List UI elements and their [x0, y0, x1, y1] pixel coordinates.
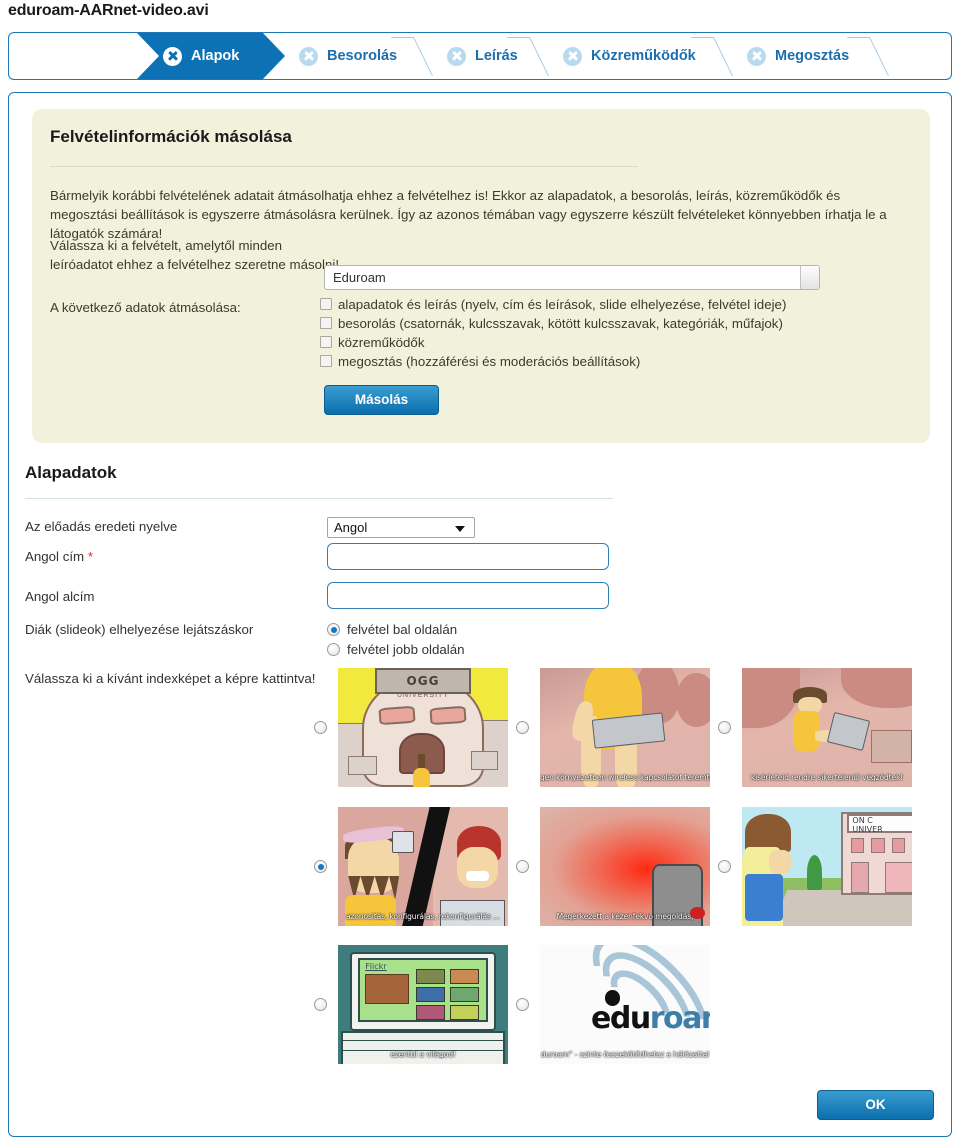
checkbox-label: megosztás (hozzáférési és moderációs beá…	[338, 354, 641, 369]
checkbox-label: alapadatok és leírás (nyelv, cím és leír…	[338, 297, 787, 312]
radio-icon[interactable]	[314, 860, 327, 873]
radio-icon[interactable]	[718, 860, 731, 873]
subtitle-label: Angol alcím	[25, 589, 95, 604]
radio-icon[interactable]	[314, 998, 327, 1011]
checkbox-icon[interactable]	[320, 298, 332, 310]
language-select[interactable]: Angol	[327, 517, 475, 538]
index-image-thumbnail[interactable]: OGG UNIVERSITY	[338, 668, 508, 787]
radio-row-left-side[interactable]: felvétel bal oldalán	[327, 622, 457, 637]
checkbox-icon[interactable]	[320, 336, 332, 348]
wizard-step-label: Közreműködők	[591, 48, 696, 64]
subtitle-input[interactable]	[327, 582, 609, 609]
checkbox-row-megosztas[interactable]: megosztás (hozzáférési és moderációs beá…	[320, 353, 786, 370]
index-image-thumbnail[interactable]: kísérleteid rendre sikertelenül végződte…	[742, 668, 912, 787]
ok-button[interactable]: OK	[817, 1090, 934, 1120]
checkbox-row-besorolas[interactable]: besorolás (csatornák, kulcsszavak, kötöt…	[320, 315, 786, 332]
index-image-option-2[interactable]: gen környezetben wireless kapcsolatot te…	[516, 668, 710, 787]
required-asterisk: *	[87, 549, 94, 564]
wizard-step-kozremukodok[interactable]: Közreműködők	[537, 33, 733, 79]
copy-button[interactable]: Másolás	[324, 385, 439, 415]
wizard-step-label: Alapok	[191, 48, 240, 64]
index-image-option-4[interactable]: azonosítás, konfigurálás, rekonfigurálás…	[314, 807, 508, 926]
thumbnail-caption: gen környezetben wireless kapcsolatot te…	[540, 773, 710, 782]
index-image-option-3[interactable]: kísérleteid rendre sikertelenül végződte…	[718, 668, 912, 787]
source-recording-select[interactable]: Eduroam	[324, 265, 820, 290]
wizard-step-bar: Alapok Besorolás Leírás Közreműködők Meg…	[8, 32, 952, 80]
language-label: Az előadás eredeti nyelve	[25, 519, 178, 534]
radio-row-right-side[interactable]: felvétel jobb oldalán	[327, 642, 465, 657]
wizard-step-megosztas[interactable]: Megosztás	[721, 33, 889, 79]
checkbox-row-alapadatok[interactable]: alapadatok és leírás (nyelv, cím és leír…	[320, 296, 786, 313]
main-content-card: Felvételinformációk másolása Bármelyik k…	[8, 92, 952, 1137]
wizard-step-besorolas[interactable]: Besorolás	[273, 33, 433, 79]
wizard-step-label: Megosztás	[775, 48, 850, 64]
radio-label: felvétel jobb oldalán	[347, 642, 465, 657]
thumbnail-caption: ezentúl a világod!	[390, 1050, 456, 1059]
page-root: eduroam-AARnet-video.avi Alapok Besorolá…	[0, 0, 963, 1143]
slide-position-label: Diák (slideok) elhelyezése lejátszáskor	[25, 622, 254, 637]
chevron-down-icon	[455, 526, 465, 532]
index-image-option-7[interactable]: Flickr ezentúl a világod!	[314, 945, 508, 1064]
copy-panel-title: Felvételinformációk másolása	[50, 127, 292, 146]
title-label-text: Angol cím	[25, 549, 85, 564]
radio-icon[interactable]	[327, 643, 340, 656]
wizard-step-label: Besorolás	[327, 48, 398, 64]
index-image-label: Válassza ki a kívánt indexképet a képre …	[25, 671, 316, 686]
index-image-thumbnail[interactable]: ON C UNIVER	[742, 807, 912, 926]
title-label: Angol cím *	[25, 549, 93, 564]
index-image-option-6[interactable]: ON C UNIVER	[718, 807, 912, 926]
close-circle-icon	[747, 46, 766, 66]
page-title: eduroam-AARnet-video.avi	[8, 2, 209, 19]
copy-panel-divider	[50, 166, 638, 167]
copy-prompt-line-1: Válassza ki a felvételt, amelytől minden	[50, 238, 283, 253]
checkbox-label: besorolás (csatornák, kulcsszavak, kötöt…	[338, 316, 783, 331]
checkbox-icon[interactable]	[320, 317, 332, 329]
radio-icon[interactable]	[718, 721, 731, 734]
source-recording-value: Eduroam	[333, 270, 386, 285]
title-input[interactable]	[327, 543, 609, 570]
checkbox-row-kozremukodok[interactable]: közreműködők	[320, 334, 786, 351]
index-image-thumbnail[interactable]: azonosítás, konfigurálás, rekonfigurálás…	[338, 807, 508, 926]
index-image-thumbnail[interactable]: gen környezetben wireless kapcsolatot te…	[540, 668, 710, 787]
copy-prompt-line-2: leíróadatot ehhez a felvételhez szeretne…	[50, 257, 340, 272]
close-circle-icon	[447, 46, 466, 66]
copy-panel-description: Bármelyik korábbi felvételének adatait á…	[50, 188, 887, 241]
basic-data-divider	[25, 498, 613, 499]
radio-icon[interactable]	[516, 998, 529, 1011]
thumbnail-caption: duroam" - szinte összekötődhetsz a hálóz…	[540, 1050, 710, 1059]
language-value: Angol	[334, 520, 368, 535]
thumbnail-caption: Megérkezett a kézenfekvő megoldás,	[556, 912, 694, 921]
radio-label: felvétel bal oldalán	[347, 622, 458, 637]
radio-icon[interactable]	[516, 721, 529, 734]
radio-icon[interactable]	[327, 623, 340, 636]
checkbox-icon[interactable]	[320, 355, 332, 367]
index-image-thumbnail[interactable]: Flickr ezentúl a világod!	[338, 945, 508, 1064]
radio-icon[interactable]	[516, 860, 529, 873]
copy-fields-checkbox-list: alapadatok és leírás (nyelv, cím és leír…	[320, 296, 786, 372]
copy-panel-prompt: Válassza ki a felvételt, amelytől minden…	[50, 236, 339, 274]
thumbnail-caption: kísérleteid rendre sikertelenül végződte…	[750, 773, 904, 782]
wizard-step-leiras[interactable]: Leírás	[421, 33, 549, 79]
thumbnail-caption: azonosítás, konfigurálás, rekonfigurálás…	[346, 912, 500, 921]
wizard-step-label: Leírás	[475, 48, 518, 64]
index-image-option-8[interactable]: eduroam duroam" - szinte összekötődhetsz…	[516, 945, 710, 1064]
checkbox-label: közreműködők	[338, 335, 425, 350]
radio-icon[interactable]	[314, 721, 327, 734]
index-image-option-5[interactable]: Megérkezett a kézenfekvő megoldás,	[516, 807, 710, 926]
close-circle-icon	[563, 46, 582, 66]
index-image-option-1[interactable]: OGG UNIVERSITY	[314, 668, 508, 787]
index-image-thumbnail[interactable]: Megérkezett a kézenfekvő megoldás,	[540, 807, 710, 926]
copy-fields-label: A következő adatok átmásolása:	[50, 300, 241, 315]
close-circle-icon	[299, 46, 318, 66]
chevron-down-icon[interactable]	[800, 266, 819, 289]
basic-data-section-title: Alapadatok	[25, 463, 117, 482]
close-circle-icon	[163, 47, 182, 66]
copy-recording-info-panel: Felvételinformációk másolása Bármelyik k…	[32, 109, 930, 443]
wizard-step-alapok[interactable]: Alapok	[137, 33, 285, 79]
index-image-thumbnail[interactable]: eduroam duroam" - szinte összekötődhetsz…	[540, 945, 710, 1064]
